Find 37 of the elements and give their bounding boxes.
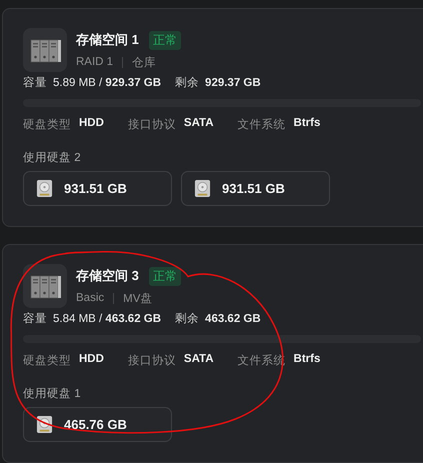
capacity-label: 容量 (23, 75, 47, 90)
pool-alias: MV盘 (123, 292, 152, 306)
pool-title: 存储空间 3 (76, 267, 139, 285)
disk-tile[interactable]: 931.51 GB (181, 171, 330, 206)
disk-tile[interactable]: 931.51 GB (23, 171, 172, 206)
binders-icon (23, 28, 67, 72)
status-badge: 正常 (148, 266, 181, 286)
raid-type: RAID 1 (76, 56, 114, 68)
status-badge: 正常 (148, 30, 181, 50)
disk-size: 465.76 GB (64, 417, 127, 432)
disk-size: 931.51 GB (222, 181, 285, 196)
capacity-label: 容量 (23, 311, 47, 326)
spec-value: SATA (184, 353, 214, 367)
spec-label: 文件系统 (238, 117, 286, 132)
pool-alias: 仓库 (132, 55, 156, 70)
raid-type: Basic (76, 292, 104, 304)
disk-tile[interactable]: 465.76 GB (23, 407, 172, 442)
free-label: 剩余 (175, 312, 200, 326)
spec-label: 接口协议 (128, 117, 176, 132)
capacity-value: 5.89 MB / 929.37 GB (53, 77, 162, 89)
disks-label: 使用硬盘 1 (23, 386, 82, 401)
spec-label: 硬盘类型 (23, 354, 71, 368)
free-value: 463.62 GB (205, 313, 261, 325)
spec-value: HDD (79, 353, 104, 367)
disks-label: 使用硬盘 2 (23, 150, 82, 165)
pool-title: 存储空间 1 (76, 31, 139, 49)
spec-label: 接口协议 (128, 353, 176, 368)
binders-icon (23, 264, 67, 308)
free-label: 剩余 (175, 76, 200, 90)
spec-value: Btrfs (294, 117, 320, 131)
spec-value: SATA (184, 117, 214, 131)
free-value: 929.37 GB (205, 77, 261, 89)
spec-label: 硬盘类型 (23, 118, 71, 132)
capacity-value: 5.84 MB / 463.62 GB (53, 313, 162, 325)
spec-value: HDD (79, 117, 104, 131)
disk-size: 931.51 GB (64, 181, 127, 196)
spec-value: Btrfs (294, 353, 320, 367)
